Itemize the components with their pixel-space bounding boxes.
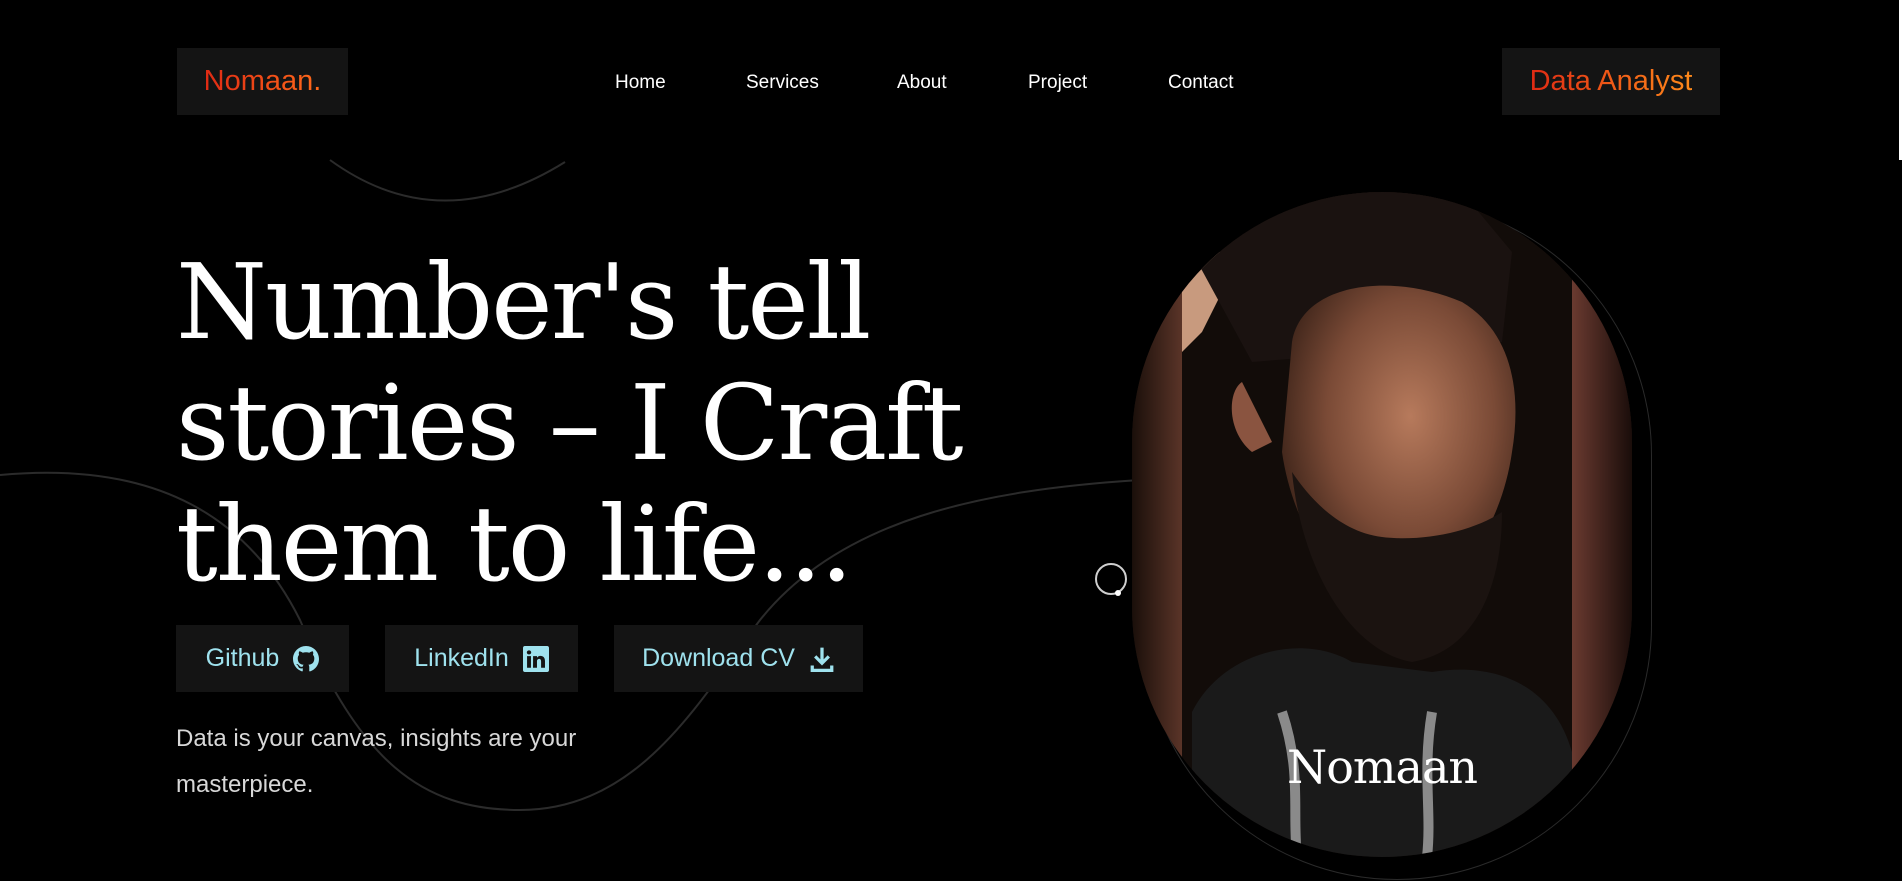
hero-tagline: Data is your canvas, insights are your m… (176, 725, 577, 798)
cursor-dot (1115, 590, 1121, 596)
download-cv-button-label: Download CV (642, 644, 795, 672)
role-badge: Data Analyst (1502, 48, 1720, 115)
github-icon (293, 645, 320, 671)
linkedin-button[interactable]: LinkedIn (385, 625, 578, 692)
nav-contact[interactable]: Contact (1168, 72, 1233, 94)
portrait-name: Nomaan (1286, 740, 1478, 794)
nav-about[interactable]: About (897, 72, 947, 94)
github-button-label: Github (205, 644, 280, 672)
nav-home[interactable]: Home (615, 72, 666, 94)
role-text: Data Analyst (1529, 65, 1693, 97)
page: Nomaan. Home Services About Project Cont… (0, 0, 1902, 881)
nav-services[interactable]: Services (746, 72, 819, 94)
portrait-card: Nomaan (1132, 192, 1652, 880)
cursor-ring (1095, 563, 1127, 595)
github-button[interactable]: Github (176, 625, 349, 692)
social-buttons: Github LinkedIn Download CV (0, 625, 1000, 692)
download-cv-button[interactable]: Download CV (614, 625, 863, 692)
portrait-photo: Nomaan (1132, 192, 1632, 857)
download-icon (810, 647, 834, 672)
linkedin-button-label: LinkedIn (414, 644, 509, 672)
linkedin-icon (522, 645, 549, 672)
nav-project[interactable]: Project (1028, 72, 1087, 94)
hero-headline: Number's tell stories – I Craft them to … (176, 241, 964, 605)
